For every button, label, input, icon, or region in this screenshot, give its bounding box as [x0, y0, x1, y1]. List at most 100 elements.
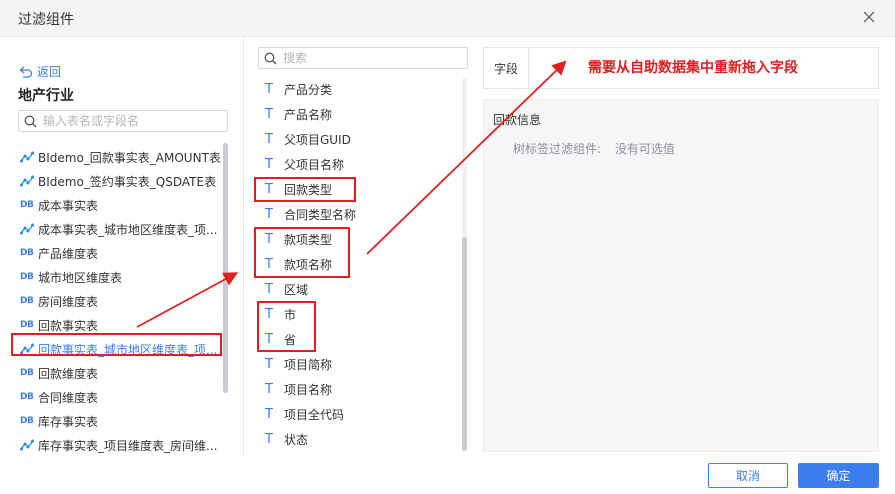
- field-list-item[interactable]: T 产品名称: [260, 102, 460, 127]
- table-item-label: 回款事实表: [38, 318, 99, 333]
- table-item-label: 成本事实表_城市地区维度表_项...: [38, 222, 218, 237]
- table-item-label: BIdemo_签约事实表_QSDATE表: [38, 174, 217, 189]
- table-list-item[interactable]: 成本事实表_城市地区维度表_项...: [14, 217, 224, 241]
- info-row: 树标签过滤组件: 没有可选值: [513, 140, 675, 157]
- db-icon: DB: [20, 416, 38, 426]
- table-list-item[interactable]: 库存事实表_项目维度表_房间维...: [14, 433, 224, 457]
- table-list-item[interactable]: DB 库存事实表: [14, 409, 224, 433]
- close-icon[interactable]: [862, 10, 876, 24]
- search-icon: [264, 52, 277, 64]
- table-list-item[interactable]: DB 房间维度表: [14, 289, 224, 313]
- back-button[interactable]: 返回: [19, 63, 61, 80]
- table-list-item[interactable]: 回款事实表_城市地区维度表_项...: [14, 337, 224, 361]
- field-list-item[interactable]: T 合同类型名称: [260, 202, 460, 227]
- text-type-icon: T: [265, 432, 273, 447]
- table-list-item[interactable]: DB 成本事实表: [14, 193, 224, 217]
- info-title: 回款信息: [493, 113, 542, 127]
- field-list-scrollbar[interactable]: [462, 237, 467, 451]
- table-search-input[interactable]: [43, 114, 227, 128]
- field-list-item[interactable]: T 款项名称: [260, 252, 460, 277]
- etl-icon: [20, 151, 38, 163]
- db-icon-text: DB: [20, 416, 34, 426]
- table-item-label: 成本事实表: [38, 198, 99, 213]
- text-type-icon: T: [265, 157, 273, 172]
- etl-icon: [20, 343, 38, 355]
- table-item-label: 城市地区维度表: [38, 270, 123, 285]
- field-list: T 产品分类 T 产品名称 T 父项目GUID T 父项目名称 T 回款类型 T 合同类型名称 T 款项类…: [260, 77, 460, 452]
- db-icon: DB: [20, 320, 38, 330]
- table-item-label: 库存事实表: [38, 414, 99, 429]
- field-list-item[interactable]: T 状态: [260, 427, 460, 452]
- table-list-scrollbar[interactable]: [223, 143, 228, 393]
- table-item-label: 房间维度表: [38, 294, 99, 309]
- text-type-icon: T: [265, 257, 273, 272]
- field-list-item[interactable]: T 项目全代码: [260, 402, 460, 427]
- field-list-item[interactable]: T省: [260, 327, 460, 352]
- text-type-icon: T: [265, 332, 273, 347]
- table-list-item[interactable]: BIdemo_回款事实表_AMOUNT表: [14, 145, 224, 169]
- field-list-item[interactable]: T 款项类型: [260, 227, 460, 252]
- table-search-box[interactable]: [18, 110, 228, 132]
- table-item-label: BIdemo_回款事实表_AMOUNT表: [38, 150, 221, 165]
- db-icon-text: DB: [20, 368, 34, 378]
- dialog-header: 过滤组件: [0, 0, 895, 37]
- field-search-input[interactable]: [283, 51, 467, 65]
- field-item-label: 款项名称: [284, 258, 333, 272]
- field-item-label: 项目名称: [284, 383, 333, 397]
- table-list-item[interactable]: DB 合同维度表: [14, 385, 224, 409]
- table-item-label: 回款维度表: [38, 366, 99, 381]
- field-item-label: 父项目名称: [284, 158, 345, 172]
- field-list-item[interactable]: T 父项目名称: [260, 152, 460, 177]
- field-item-label: 款项类型: [284, 233, 333, 247]
- table-item-label: 库存事实表_项目维度表_房间维...: [38, 438, 218, 453]
- field-list-item[interactable]: T 父项目GUID: [260, 127, 460, 152]
- field-list-item[interactable]: T 回款类型: [260, 177, 460, 202]
- db-icon: DB: [20, 368, 38, 378]
- ok-button[interactable]: 确定: [798, 463, 879, 488]
- db-icon: DB: [20, 272, 38, 282]
- package-title: 地产行业: [18, 88, 74, 104]
- db-icon: DB: [20, 200, 38, 210]
- text-type-icon: T: [265, 282, 273, 297]
- table-list-item[interactable]: DB 城市地区维度表: [14, 265, 224, 289]
- field-item-label: 产品分类: [284, 83, 333, 97]
- field-list-item[interactable]: T 区域: [260, 277, 460, 302]
- field-item-label: 项目全代码: [284, 408, 345, 422]
- db-icon-text: DB: [20, 248, 34, 258]
- db-icon-text: DB: [20, 272, 34, 282]
- back-label: 返回: [37, 65, 62, 79]
- db-icon-text: DB: [20, 392, 34, 402]
- text-type-icon: T: [265, 182, 273, 197]
- table-item-label: 回款事实表_城市地区维度表_项...: [38, 342, 218, 357]
- dialog-title: 过滤组件: [18, 12, 74, 28]
- field-list-item[interactable]: T 产品分类: [260, 77, 460, 102]
- field-list-item[interactable]: T 项目名称: [260, 377, 460, 402]
- field-item-label: 合同类型名称: [284, 208, 357, 222]
- table-list-item[interactable]: DB 回款维度表: [14, 361, 224, 385]
- search-icon: [24, 115, 37, 127]
- field-item-label: 状态: [284, 433, 309, 447]
- table-list-item[interactable]: DB 产品维度表: [14, 241, 224, 265]
- etl-icon: [20, 175, 38, 187]
- info-row-label: 树标签过滤组件:: [513, 142, 602, 156]
- text-type-icon: T: [265, 357, 273, 372]
- table-list-item[interactable]: BIdemo_签约事实表_QSDATE表: [14, 169, 224, 193]
- table-item-label: 产品维度表: [38, 246, 99, 261]
- text-type-icon: T: [265, 132, 273, 147]
- text-type-icon: T: [265, 82, 273, 97]
- field-list-item[interactable]: T 项目简称: [260, 352, 460, 377]
- table-list: BIdemo_回款事实表_AMOUNT表 BIdemo_签约事实表_QSDATE表…: [14, 145, 224, 457]
- table-panel: 返回 地产行业 BIdemo_回款事实表_AMOUNT表 BIdemo_签约事实表…: [0, 37, 243, 457]
- field-item-label: 回款类型: [284, 183, 333, 197]
- field-label: 字段: [484, 48, 529, 88]
- field-list-item[interactable]: T市: [260, 302, 460, 327]
- table-list-item[interactable]: DB 回款事实表: [14, 313, 224, 337]
- cancel-button[interactable]: 取消: [708, 463, 788, 488]
- etl-icon: [20, 439, 38, 451]
- text-type-icon: T: [265, 407, 273, 422]
- field-search-box[interactable]: [258, 47, 468, 69]
- field-item-label: 产品名称: [284, 108, 333, 122]
- filter-info-panel: 回款信息 树标签过滤组件: 没有可选值: [483, 99, 879, 452]
- field-item-label: 父项目GUID: [284, 133, 351, 147]
- text-type-icon: T: [265, 207, 273, 222]
